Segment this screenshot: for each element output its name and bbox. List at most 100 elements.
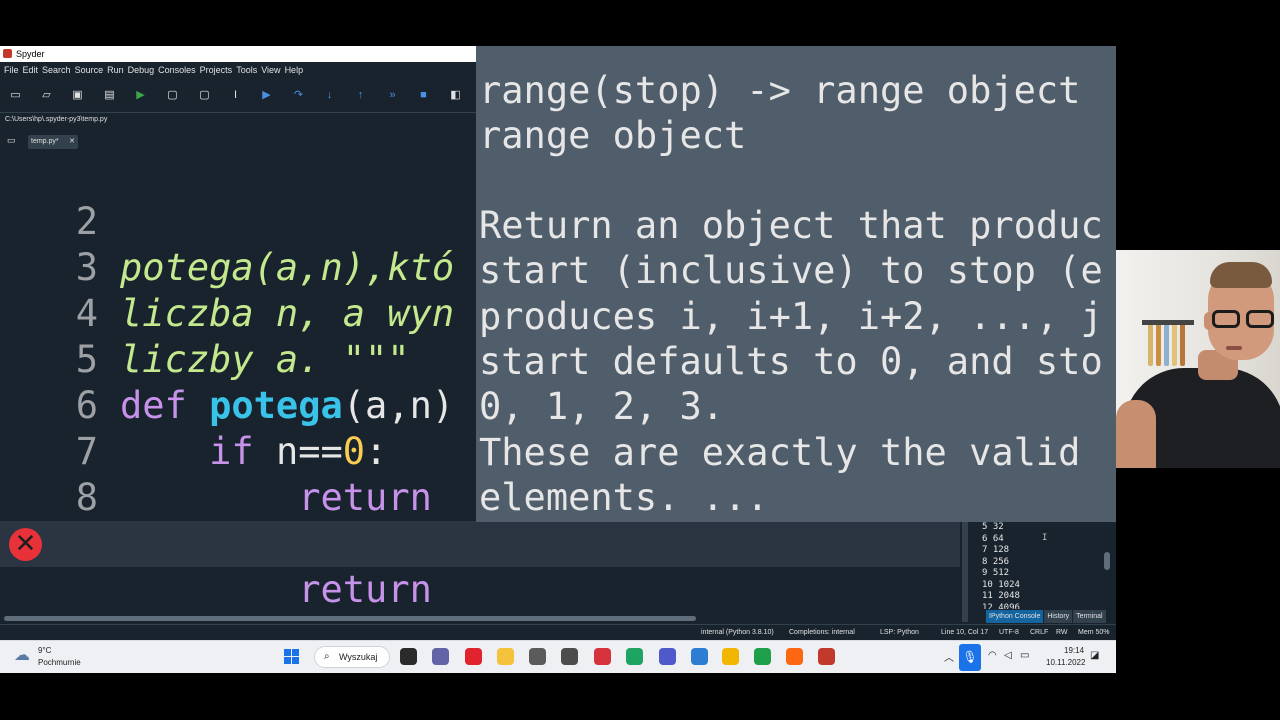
editor-tab-bar: ▭ temp.py* ✕ xyxy=(0,127,476,153)
webcam-overlay xyxy=(1116,250,1280,468)
chevron-up-icon[interactable]: ︿ xyxy=(944,649,954,664)
windows-logo-icon xyxy=(284,657,291,664)
menu-run[interactable]: Run xyxy=(107,65,124,75)
windows-logo-icon xyxy=(284,649,291,656)
maps-app-icon[interactable] xyxy=(754,648,771,665)
menu-projects[interactable]: Projects xyxy=(200,65,233,75)
status-memory: Mem 50% xyxy=(1078,629,1110,636)
microphone-icon[interactable]: 🎙 xyxy=(959,644,981,671)
status-completions: Completions: internal xyxy=(789,629,855,636)
tooltip-line: These are exactly the valid xyxy=(479,431,1081,474)
status-bar: internal (Python 3.8.10) Completions: in… xyxy=(0,624,1116,640)
console-scrollbar[interactable] xyxy=(1104,552,1110,570)
keyword-return: return xyxy=(298,568,432,611)
webcam-medal xyxy=(1180,322,1185,366)
run-cell-advance-icon[interactable]: ▢ xyxy=(198,89,211,102)
webcam-medal xyxy=(1172,322,1177,366)
cloud-icon[interactable]: ☁ xyxy=(14,648,34,664)
inbox-app-icon[interactable] xyxy=(561,648,578,665)
console-tabs: IPython Console History Terminal xyxy=(986,610,1107,623)
step-icon[interactable]: ↷ xyxy=(292,89,305,102)
webcam-rack-bar xyxy=(1142,320,1194,325)
folder-app-icon[interactable] xyxy=(497,648,514,665)
console-output-line: 8 256 xyxy=(982,556,1010,567)
save-icon[interactable]: ▣ xyxy=(71,89,84,102)
continue-icon[interactable]: » xyxy=(386,89,399,102)
menu-debug[interactable]: Debug xyxy=(128,65,155,75)
toolbar: ▭ ▱ ▣ ▤ ▶ ▢ ▢ I ▶ ↷ ↓ ↑ » ■ ◧ xyxy=(0,79,476,113)
file-path: C:\Users\hp\.spyder-py3\temp.py xyxy=(5,116,108,123)
run-selection-icon[interactable]: I xyxy=(229,89,242,102)
console-output-line: 11 2048 xyxy=(982,591,1020,601)
tab-terminal[interactable]: Terminal xyxy=(1073,610,1106,623)
step-into-icon[interactable]: ↓ xyxy=(323,89,336,102)
volume-icon[interactable]: ◁ xyxy=(1004,650,1012,661)
save-all-icon[interactable]: ▤ xyxy=(103,89,116,102)
start-button[interactable] xyxy=(284,649,299,664)
pane-splitter[interactable] xyxy=(962,522,968,622)
battery-icon[interactable]: ▭ xyxy=(1020,650,1029,661)
menu-source[interactable]: Source xyxy=(75,65,104,75)
status-permissions: RW xyxy=(1056,629,1068,636)
calltip-tooltip: range(stop) -> range object range object… xyxy=(476,46,1116,522)
window-title: Spyder xyxy=(16,49,45,59)
menu-view[interactable]: View xyxy=(261,65,280,75)
menu-consoles[interactable]: Consoles xyxy=(158,65,196,75)
run-icon[interactable]: ▶ xyxy=(134,89,147,102)
menu-help[interactable]: Help xyxy=(285,65,304,75)
settings-app-icon[interactable] xyxy=(594,648,611,665)
weather-temperature[interactable]: 9°C xyxy=(38,646,51,655)
step-return-icon[interactable]: ↑ xyxy=(354,89,367,102)
clock-time[interactable]: 19:14 xyxy=(1064,646,1084,655)
photos-app-icon[interactable] xyxy=(691,648,708,665)
chrome-profile-app-icon[interactable] xyxy=(722,648,739,665)
opera-app-icon[interactable] xyxy=(465,648,482,665)
tab-ipython-console[interactable]: IPython Console xyxy=(986,610,1044,623)
spyder-logo-icon xyxy=(3,49,12,58)
spyder-window: Spyder File Edit Search Source Run Debug Conso… xyxy=(0,46,1116,640)
maximize-pane-icon[interactable]: ◧ xyxy=(449,89,462,102)
clock-date[interactable]: 10.11.2022 xyxy=(1046,658,1085,667)
status-lsp: LSP: Python xyxy=(880,629,919,636)
file-explorer-app-icon[interactable] xyxy=(400,648,417,665)
firefox-app-icon[interactable] xyxy=(786,648,803,665)
debug-icon[interactable]: ▶ xyxy=(260,89,273,102)
menu-file[interactable]: File xyxy=(4,65,19,75)
search-label: Wyszukaj xyxy=(339,652,378,662)
taskbar-search[interactable]: ⌕ Wyszukaj xyxy=(314,646,390,668)
tab-history[interactable]: History xyxy=(1044,610,1073,623)
scrollbar-thumb[interactable] xyxy=(4,616,696,621)
stop-icon[interactable]: ■ xyxy=(417,89,430,102)
chat-app-icon[interactable] xyxy=(432,648,449,665)
horizontal-scrollbar[interactable] xyxy=(0,614,960,623)
menu-tools[interactable]: Tools xyxy=(236,65,257,75)
run-cell-icon[interactable]: ▢ xyxy=(166,89,179,102)
status-interpreter[interactable]: internal (Python 3.8.10) xyxy=(701,625,774,640)
teams-app-icon[interactable] xyxy=(659,648,676,665)
menu-edit[interactable]: Edit xyxy=(23,65,39,75)
windows-logo-icon xyxy=(292,657,299,664)
tooltip-line: produces i, i+1, i+2, ..., j xyxy=(479,295,1103,338)
menu-search[interactable]: Search xyxy=(42,65,71,75)
webcam-person-hand xyxy=(1116,400,1156,468)
search-icon: ⌕ xyxy=(324,651,330,662)
open-folder-icon[interactable]: ▱ xyxy=(40,89,53,102)
browse-tabs-icon[interactable]: ▭ xyxy=(7,135,16,146)
feedback-app-icon[interactable] xyxy=(529,648,546,665)
wifi-icon[interactable]: ◠ xyxy=(988,650,997,661)
tab-temp-py[interactable]: temp.py* ✕ xyxy=(28,135,78,149)
close-tab-icon[interactable]: ✕ xyxy=(69,135,75,149)
notification-icon[interactable]: ◪ xyxy=(1090,650,1099,661)
spyder-app-icon[interactable] xyxy=(818,648,835,665)
weather-description[interactable]: Pochmurnie xyxy=(38,658,81,667)
windows-logo-icon xyxy=(292,649,299,656)
console-output-line: 10 1024 xyxy=(982,579,1020,590)
chrome-app-icon[interactable] xyxy=(626,648,643,665)
console-output-line: 12 4096 xyxy=(982,602,1020,609)
new-file-icon[interactable]: ▭ xyxy=(9,89,22,102)
error-icon[interactable]: ✕ xyxy=(9,528,42,561)
webcam-medal xyxy=(1164,322,1169,366)
console-output-line: 7 128 xyxy=(982,545,1010,555)
webcam-glasses-lens xyxy=(1246,310,1274,328)
tooltip-line: range object xyxy=(479,114,747,157)
